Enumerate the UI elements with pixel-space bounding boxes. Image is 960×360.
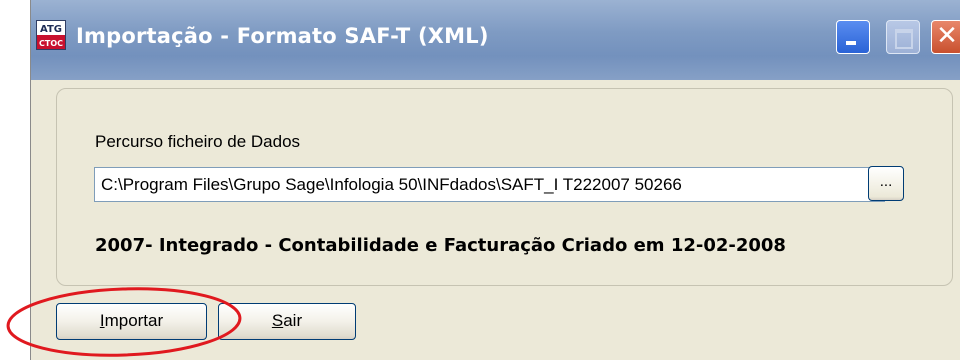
window-title: Importação - Formato SAF-T (XML) bbox=[76, 24, 489, 48]
browse-button[interactable]: ... bbox=[868, 166, 904, 201]
import-button[interactable]: Importar bbox=[56, 303, 207, 340]
exit-button[interactable]: Sair bbox=[218, 303, 356, 340]
close-button[interactable]: ✕ bbox=[931, 20, 960, 54]
maximize-button[interactable] bbox=[886, 20, 920, 54]
app-icon-text-bottom: CTOC bbox=[39, 39, 63, 48]
close-icon: ✕ bbox=[936, 21, 958, 51]
title-bar[interactable]: ATG CTOC Importação - Formato SAF-T (XML… bbox=[31, 0, 960, 80]
import-button-label: mportar bbox=[104, 311, 164, 330]
data-file-path-input[interactable] bbox=[94, 167, 885, 202]
exit-button-mnemonic: S bbox=[271, 311, 284, 330]
app-icon-text-top: ATG bbox=[40, 24, 62, 35]
minimize-button[interactable] bbox=[836, 20, 870, 54]
exit-button-label: air bbox=[283, 311, 303, 330]
app-icon: ATG CTOC bbox=[36, 20, 66, 50]
path-label: Percurso ficheiro de Dados bbox=[95, 132, 301, 151]
file-info-text: 2007- Integrado - Contabilidade e Factur… bbox=[95, 235, 786, 256]
